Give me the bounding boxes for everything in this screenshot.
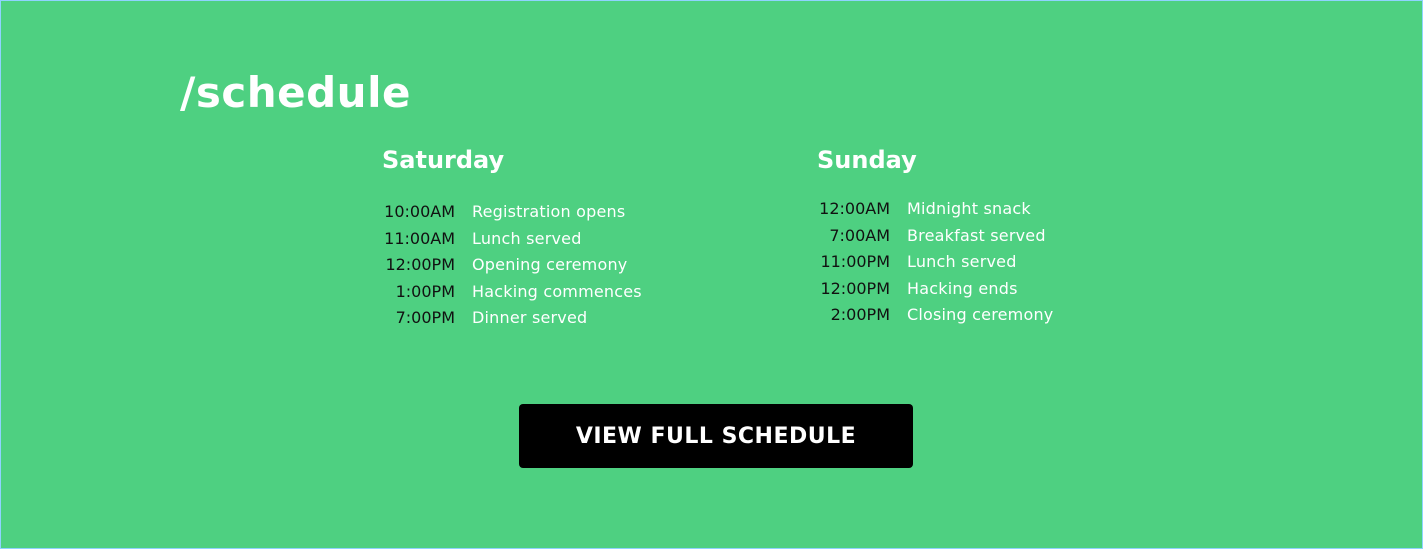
schedule-row: 12:00PM Opening ceremony	[381, 252, 701, 279]
day-heading: Sunday	[817, 146, 917, 174]
schedule-section: /schedule Saturday 10:00AM Registration …	[0, 0, 1423, 549]
schedule-row: 1:00PM Hacking commences	[381, 279, 701, 306]
event-label: Dinner served	[472, 308, 588, 327]
schedule-row: 11:00AM Lunch served	[381, 226, 701, 253]
event-label: Hacking commences	[472, 281, 642, 301]
event-label: Lunch served	[472, 228, 582, 248]
schedule-row: 7:00AM Breakfast served	[816, 223, 1136, 250]
day-column-sunday: Sunday 12:00AM Midnight snack 7:00AM Bre…	[816, 144, 1136, 329]
event-label: Registration opens	[472, 202, 626, 221]
event-time: 10:00AM	[384, 202, 455, 221]
day-column-saturday: Saturday 10:00AM Registration opens 11:0…	[381, 144, 701, 332]
event-time: 2:00PM	[830, 305, 890, 324]
event-label: Closing ceremony	[907, 305, 1054, 324]
event-label: Midnight snack	[907, 199, 1031, 218]
schedule-list: 10:00AM Registration opens 11:00AM Lunch…	[381, 199, 701, 332]
schedule-row: 10:00AM Registration opens	[381, 199, 701, 226]
view-full-schedule-button[interactable]: VIEW FULL SCHEDULE	[519, 404, 913, 468]
schedule-row: 12:00PM Hacking ends	[816, 276, 1136, 303]
event-time: 7:00AM	[829, 225, 890, 245]
event-label: Breakfast served	[907, 225, 1046, 245]
schedule-list: 12:00AM Midnight snack 7:00AM Breakfast …	[816, 196, 1136, 329]
event-label: Opening ceremony	[472, 255, 628, 274]
schedule-row: 12:00AM Midnight snack	[816, 196, 1136, 223]
schedule-row: 2:00PM Closing ceremony	[816, 302, 1136, 329]
event-time: 11:00PM	[820, 252, 890, 271]
event-label: Lunch served	[907, 252, 1017, 271]
day-heading: Saturday	[382, 146, 505, 174]
schedule-row: 7:00PM Dinner served	[381, 305, 701, 332]
section-title: /schedule	[180, 68, 411, 117]
event-time: 12:00AM	[819, 199, 890, 218]
event-time: 11:00AM	[384, 228, 455, 248]
event-time: 12:00PM	[820, 278, 890, 298]
event-label: Hacking ends	[907, 278, 1018, 298]
schedule-row: 11:00PM Lunch served	[816, 249, 1136, 276]
event-time: 12:00PM	[385, 255, 455, 274]
event-time: 7:00PM	[395, 308, 455, 327]
event-time: 1:00PM	[395, 281, 455, 301]
